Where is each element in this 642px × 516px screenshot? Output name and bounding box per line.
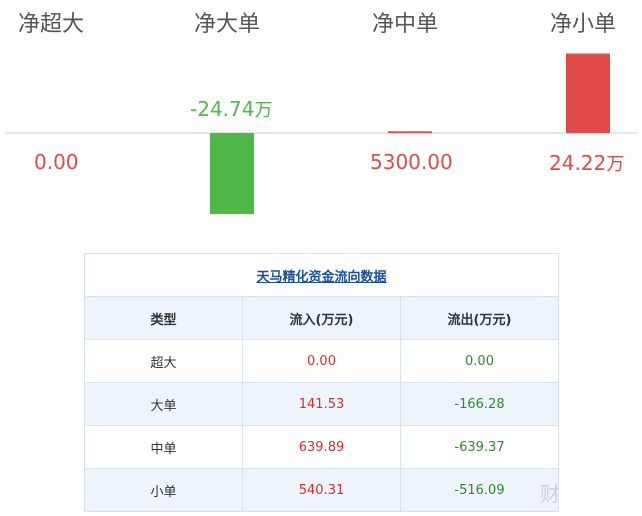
column-header-type: 类型 [84,296,243,340]
value-label-super-large: 0.00 [34,150,79,174]
column-header-outflow: 流出(万元) [400,296,559,340]
column-header-inflow: 流入(万元) [242,296,401,340]
row-inflow: 540.31 [242,468,401,512]
bar-net-small [566,53,610,134]
row-outflow: -516.09 [400,468,559,512]
net-flow-bar-chart [5,53,637,215]
row-inflow: 639.89 [242,425,401,469]
row-outflow: 0.00 [400,339,559,383]
value-label-small: 24.22万 [549,151,625,175]
table-title-cell: 天马精化资金流向数据 [84,253,559,297]
bar-net-large [210,133,254,215]
value-label-large: -24.74万 [190,97,273,121]
row-type: 大单 [84,382,243,426]
row-type: 超大 [84,339,243,383]
table-row: 大单 141.53 -166.28 [84,382,559,426]
table-row: 小单 540.31 -516.09 [84,468,559,512]
table-row: 超大 0.00 0.00 [84,339,559,383]
row-inflow: 141.53 [242,382,401,426]
row-type: 中单 [84,425,243,469]
row-type: 小单 [84,468,243,512]
value-label-medium: 5300.00 [370,150,453,174]
table-header-row: 类型 流入(万元) 流出(万元) [84,296,559,340]
table-row: 中单 639.89 -639.37 [84,425,559,469]
fund-flow-table: 天马精化资金流向数据 类型 流入(万元) 流出(万元) 超大 0.00 0.00… [84,253,559,512]
row-inflow: 0.00 [242,339,401,383]
table-title-row: 天马精化资金流向数据 [84,253,559,297]
bar-net-medium [388,131,432,133]
watermark-logo: 财 [540,482,560,506]
row-outflow: -166.28 [400,382,559,426]
row-outflow: -639.37 [400,425,559,469]
table-title-link[interactable]: 天马精化资金流向数据 [256,270,386,285]
